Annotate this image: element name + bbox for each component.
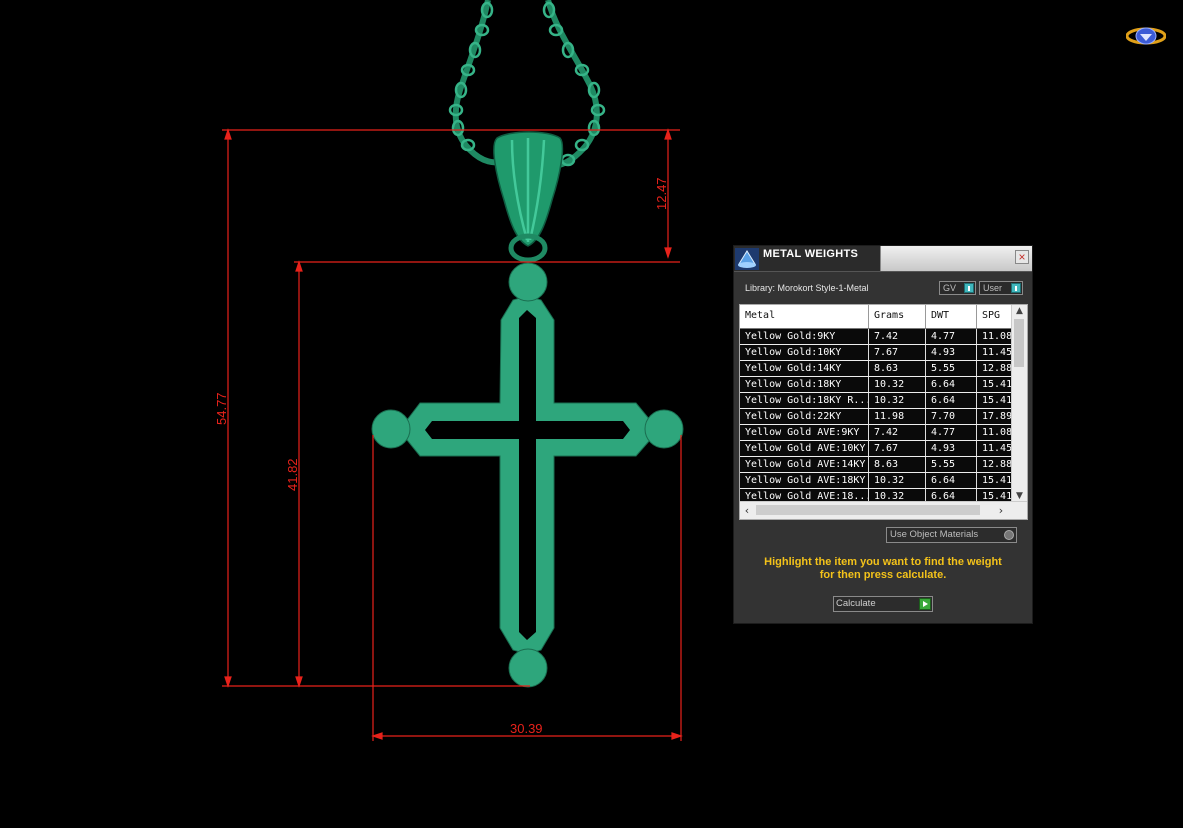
column-header-dwt[interactable]: DWT <box>926 305 977 328</box>
cell-grams: 10.32 <box>869 473 926 488</box>
cell-dwt: 6.64 <box>926 393 977 408</box>
library-label: Library: Morokort Style-1-Metal <box>745 283 869 293</box>
cell-dwt: 4.77 <box>926 425 977 440</box>
cell-spg: 15.41 <box>982 395 1012 406</box>
table-row[interactable]: Yellow Gold AVE:10KY 7.67 4.93 11.45 <box>740 441 1012 457</box>
dim-overall-height: 54.77 <box>214 392 229 425</box>
cell-metal: Yellow Gold AVE:14KY <box>740 457 869 472</box>
cell-spg: 15.41 <box>982 379 1012 390</box>
metal-table[interactable]: Metal Grams DWT SPG Yellow Gold:9KY 7.42 4… <box>739 304 1028 520</box>
panel-title: METAL WEIGHTS <box>763 248 859 260</box>
cell-grams: 10.32 <box>869 377 926 392</box>
calculate-button[interactable]: Calculate <box>833 596 933 612</box>
column-header-spg[interactable]: SPG <box>977 305 1012 328</box>
cell-grams: 7.67 <box>869 345 926 360</box>
gv-switch-icon <box>964 283 974 293</box>
cell-metal: Yellow Gold:22KY <box>740 409 869 424</box>
cell-spg: 12.88 <box>982 363 1012 374</box>
cell-metal: Yellow Gold AVE:9KY <box>740 425 869 440</box>
panel-titlebar[interactable]: METAL WEIGHTS × <box>734 246 1032 272</box>
cross-pendant <box>371 262 684 688</box>
diamond-logo-icon <box>735 248 759 270</box>
table-header: Metal Grams DWT SPG <box>740 305 1012 329</box>
scroll-right-icon[interactable]: › <box>994 502 1008 519</box>
user-toggle[interactable]: User <box>979 281 1023 295</box>
cell-grams: 7.42 <box>869 329 926 344</box>
panel-title-tab: METAL WEIGHTS <box>734 246 881 271</box>
user-toggle-label: User <box>983 283 1003 293</box>
instruction-text: Highlight the item you want to find the … <box>744 556 1022 582</box>
table-body: Yellow Gold:9KY 7.42 4.77 11.08 Yellow Gold:… <box>740 329 1012 505</box>
vertical-scrollbar[interactable]: ▲ ▼ <box>1011 305 1027 503</box>
table-row[interactable]: Yellow Gold:9KY 7.42 4.77 11.08 <box>740 329 1012 345</box>
gv-toggle[interactable]: GV <box>939 281 976 295</box>
cell-grams: 8.63 <box>869 457 926 472</box>
instruction-line-1: Highlight the item you want to find the … <box>764 556 1002 568</box>
table-row[interactable]: Yellow Gold AVE:9KY 7.42 4.77 11.08 <box>740 425 1012 441</box>
cell-metal: Yellow Gold AVE:10KY <box>740 441 869 456</box>
cell-dwt: 4.93 <box>926 441 977 456</box>
use-object-materials-label: Use Object Materials <box>890 529 979 540</box>
horizontal-scrollbar[interactable]: ‹ › <box>740 501 1027 519</box>
vertical-scroll-thumb[interactable] <box>1014 319 1024 367</box>
cell-spg: 11.45 <box>982 443 1012 454</box>
cell-dwt: 4.93 <box>926 345 977 360</box>
column-header-grams[interactable]: Grams <box>869 305 926 328</box>
metal-weights-panel: METAL WEIGHTS × Library: Morokort Style-… <box>733 245 1033 624</box>
cell-spg: 15.41 <box>982 475 1012 486</box>
table-row[interactable]: Yellow Gold AVE:14KY 8.63 5.55 12.88 <box>740 457 1012 473</box>
instruction-line-2: for then press calculate. <box>819 569 947 581</box>
cell-spg: 11.08 <box>982 331 1012 342</box>
logo-badge-icon <box>1126 27 1166 45</box>
cell-grams: 10.32 <box>869 393 926 408</box>
cell-spg: 17.89 <box>982 411 1012 422</box>
cell-grams: 11.98 <box>869 409 926 424</box>
cell-grams: 7.42 <box>869 425 926 440</box>
column-header-metal[interactable]: Metal <box>740 305 869 328</box>
cell-dwt: 5.55 <box>926 361 977 376</box>
cell-metal: Yellow Gold:14KY <box>740 361 869 376</box>
cell-metal: Yellow Gold AVE:18KY <box>740 473 869 488</box>
cell-metal: Yellow Gold:10KY <box>740 345 869 360</box>
cell-dwt: 7.70 <box>926 409 977 424</box>
table-row[interactable]: Yellow Gold AVE:18KY 10.32 6.64 15.41 <box>740 473 1012 489</box>
cell-spg: 12.88 <box>982 459 1012 470</box>
cell-metal: Yellow Gold:9KY <box>740 329 869 344</box>
cell-spg: 11.45 <box>982 347 1012 358</box>
cell-grams: 7.67 <box>869 441 926 456</box>
cell-metal: Yellow Gold:18KY <box>740 377 869 392</box>
cell-dwt: 6.64 <box>926 377 977 392</box>
use-object-materials-toggle[interactable]: Use Object Materials <box>886 527 1017 543</box>
scroll-left-icon[interactable]: ‹ <box>740 502 754 519</box>
scroll-up-icon[interactable]: ▲ <box>1012 305 1027 318</box>
dim-width: 30.39 <box>510 721 543 736</box>
cell-grams: 8.63 <box>869 361 926 376</box>
radio-knob-icon <box>1004 530 1014 540</box>
cell-dwt: 6.64 <box>926 473 977 488</box>
horizontal-scroll-thumb[interactable] <box>756 505 980 515</box>
close-button[interactable]: × <box>1015 250 1029 264</box>
table-row[interactable]: Yellow Gold:18KY R... 10.32 6.64 15.41 <box>740 393 1012 409</box>
user-switch-icon <box>1011 283 1021 293</box>
cell-spg: 11.08 <box>982 427 1012 438</box>
cell-dwt: 4.77 <box>926 329 977 344</box>
gv-toggle-label: GV <box>943 283 957 293</box>
dim-bail-height: 12.47 <box>654 177 669 210</box>
table-row[interactable]: Yellow Gold:10KY 7.67 4.93 11.45 <box>740 345 1012 361</box>
dim-body-height: 41.82 <box>285 458 300 491</box>
table-row[interactable]: Yellow Gold:22KY 11.98 7.70 17.89 <box>740 409 1012 425</box>
table-row[interactable]: Yellow Gold:14KY 8.63 5.55 12.88 <box>740 361 1012 377</box>
cell-metal: Yellow Gold:18KY R... <box>740 393 869 408</box>
calculate-label: Calculate <box>836 598 876 609</box>
cell-dwt: 5.55 <box>926 457 977 472</box>
play-icon <box>919 598 931 610</box>
table-row[interactable]: Yellow Gold:18KY 10.32 6.64 15.41 <box>740 377 1012 393</box>
